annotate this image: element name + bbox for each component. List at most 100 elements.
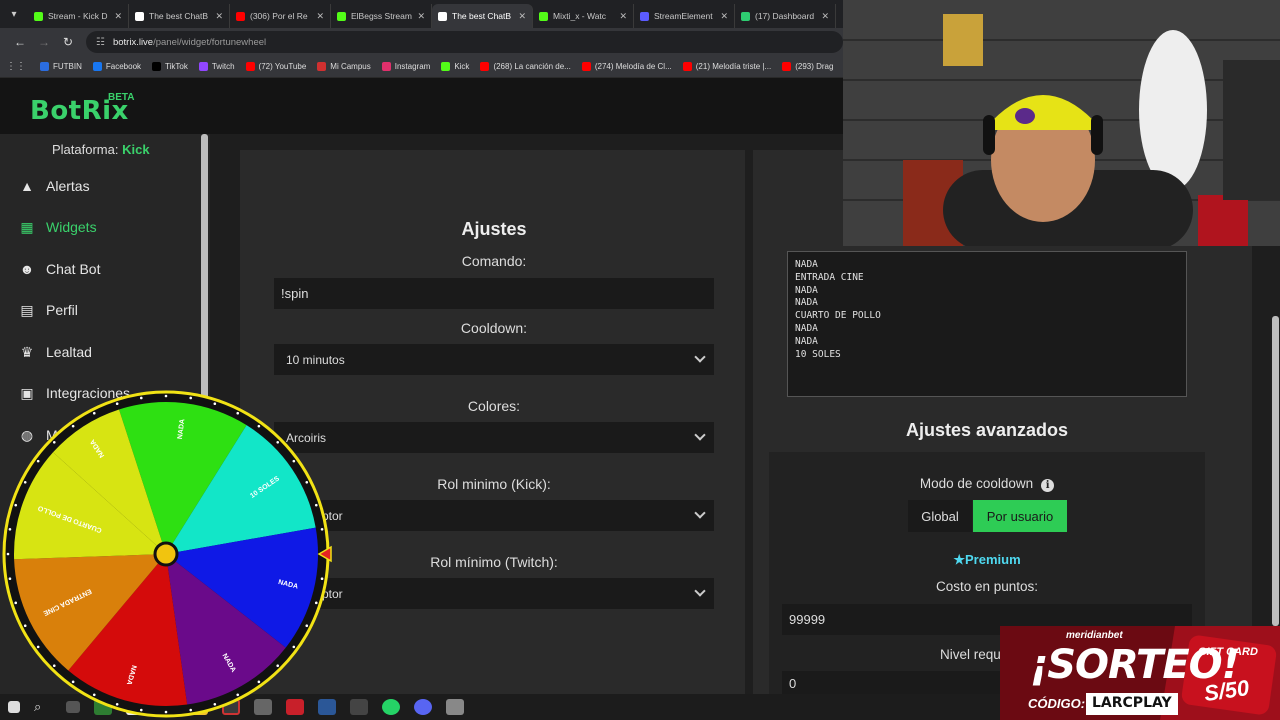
sidebar-item-label: Perfil bbox=[46, 302, 78, 318]
close-icon[interactable]: ✕ bbox=[114, 11, 122, 22]
page-scrollbar[interactable] bbox=[1272, 316, 1279, 626]
browser-tab[interactable]: (306) Por el Re ✕ bbox=[230, 4, 331, 28]
browser-tab[interactable]: StreamElement ✕ bbox=[634, 4, 735, 28]
url-path: /panel/widget/fortunewheel bbox=[153, 36, 267, 48]
role-kick-select[interactable]: ptor bbox=[274, 500, 714, 531]
bookmark-item[interactable]: Twitch bbox=[198, 62, 235, 71]
bookmark-item[interactable]: (274) Melodía de Cl... bbox=[581, 62, 672, 71]
colors-select[interactable]: Arcoiris bbox=[274, 422, 714, 453]
sidebar-item-lealtad[interactable]: ♛ Lealtad bbox=[18, 344, 92, 361]
sidebar-item-label: Lealtad bbox=[46, 344, 92, 360]
bookmark-favicon-icon bbox=[381, 62, 391, 71]
tab-label: Mixti_x - Watc bbox=[553, 11, 607, 21]
chevron-down-icon bbox=[694, 585, 706, 597]
wheel-rim-dot bbox=[52, 664, 56, 668]
app-icon[interactable] bbox=[350, 699, 368, 715]
wheel-rim-dot bbox=[189, 708, 193, 712]
wheel-rim-dot bbox=[115, 402, 119, 406]
wheel-rim-dot bbox=[23, 480, 27, 484]
site-info-icon[interactable]: ☷ bbox=[96, 37, 105, 48]
sidebar-item-chat-bot[interactable]: ☻ Chat Bot bbox=[18, 261, 101, 277]
bookmark-item[interactable]: (268) La canción de... bbox=[480, 62, 571, 71]
role-kick-label: Rol minimo (Kick): bbox=[437, 476, 551, 492]
close-icon[interactable]: ✕ bbox=[518, 11, 526, 22]
bookmark-item[interactable]: TikTok bbox=[152, 62, 188, 71]
fortune-wheel[interactable]: NADA10 SOLESNADANADANADAENTRADA CINECUAR… bbox=[0, 388, 332, 720]
bookmark-item[interactable]: (72) YouTube bbox=[245, 62, 307, 71]
bookmark-label: Instagram bbox=[394, 62, 431, 71]
apps-icon[interactable]: ⋮⋮ bbox=[6, 61, 26, 72]
tab-favicon-icon bbox=[438, 11, 447, 21]
wheel-rim-dot bbox=[305, 480, 309, 484]
bookmark-item[interactable]: Kick bbox=[441, 62, 469, 71]
wheel-rim-dot bbox=[320, 527, 324, 531]
bookmark-label: (72) YouTube bbox=[258, 62, 307, 71]
back-button[interactable]: ← bbox=[8, 35, 32, 49]
browser-tab[interactable]: ElBegss Stream ✕ bbox=[331, 4, 432, 28]
wheel-rim-dot bbox=[276, 440, 280, 444]
close-icon[interactable]: ✕ bbox=[417, 11, 425, 22]
close-icon[interactable]: ✕ bbox=[316, 11, 324, 22]
browser-tab[interactable]: The best ChatB ✕ bbox=[432, 4, 533, 28]
discord-icon[interactable] bbox=[414, 699, 432, 715]
wheel-rim-dot bbox=[52, 440, 56, 444]
wheel-rim-dot bbox=[14, 601, 18, 605]
close-icon[interactable]: ✕ bbox=[215, 11, 223, 22]
wheel-rim-dot bbox=[36, 459, 40, 463]
browser-tab[interactable]: Stream - Kick D ✕ bbox=[28, 4, 129, 28]
mode-user-button[interactable]: Por usuario bbox=[973, 500, 1067, 532]
cooldown-select[interactable]: 10 minutos bbox=[274, 344, 714, 375]
bookmark-item[interactable]: Facebook bbox=[92, 62, 141, 71]
command-input[interactable]: !spin bbox=[274, 278, 714, 309]
bookmark-item[interactable]: FUTBIN bbox=[40, 62, 82, 71]
mode-global-button[interactable]: Global bbox=[908, 500, 972, 532]
chevron-down-icon bbox=[694, 351, 706, 363]
sidebar-item-widgets[interactable]: ▦ Widgets bbox=[18, 218, 96, 236]
sidebar-item-label: Chat Bot bbox=[46, 261, 101, 277]
whatsapp-icon[interactable] bbox=[382, 699, 400, 715]
grid-icon: ▦ bbox=[20, 218, 34, 235]
bookmark-item[interactable]: (21) Melodía triste |... bbox=[682, 62, 771, 71]
close-icon[interactable]: ✕ bbox=[821, 11, 829, 22]
bookmark-favicon-icon bbox=[682, 62, 692, 71]
promo-gift: GIFT CARD bbox=[1198, 646, 1258, 658]
warning-icon: ▲ bbox=[20, 178, 34, 194]
sidebar-item-alertas[interactable]: ▲ Alertas bbox=[18, 178, 90, 194]
robot-icon: ☻ bbox=[19, 261, 35, 277]
star-icon: ★ bbox=[953, 552, 965, 567]
role-twitch-select[interactable]: ptor bbox=[274, 578, 714, 609]
role-twitch-label: Rol mínimo (Twitch): bbox=[430, 554, 558, 570]
tab-search-button[interactable]: ▾ bbox=[0, 0, 28, 28]
wheel-hub[interactable] bbox=[153, 541, 179, 567]
close-icon[interactable]: ✕ bbox=[619, 11, 627, 22]
reload-button[interactable]: ↻ bbox=[56, 35, 80, 49]
bookmark-item[interactable]: (293) Drag bbox=[782, 62, 833, 71]
wheel-rim-dot bbox=[71, 680, 75, 684]
tab-favicon-icon bbox=[640, 11, 649, 21]
bookmark-favicon-icon bbox=[317, 62, 327, 71]
browser-tab[interactable]: (17) Dashboard ✕ bbox=[735, 4, 836, 28]
wheel-rim-dot bbox=[8, 527, 12, 531]
wheel-rim-dot bbox=[139, 396, 143, 400]
bookmark-label: Twitch bbox=[211, 62, 235, 71]
wheel-rim-dot bbox=[8, 577, 12, 581]
close-icon[interactable]: ✕ bbox=[720, 11, 728, 22]
colors-label: Colores: bbox=[467, 398, 521, 414]
tab-list: Stream - Kick D ✕ The best ChatB ✕ (306) Por… bbox=[28, 0, 836, 28]
info-icon[interactable]: i bbox=[1041, 479, 1055, 492]
bookmark-item[interactable]: Instagram bbox=[381, 62, 431, 71]
forward-button[interactable]: → bbox=[32, 35, 56, 49]
prizes-textarea[interactable]: NADA ENTRADA CINE NADA NADA CUARTO DE PO… bbox=[787, 251, 1187, 397]
url-input[interactable]: ☷ botrix.live/panel/widget/fortunewheel bbox=[86, 31, 843, 53]
address-bar: ← → ↻ ☷ botrix.live/panel/widget/fortune… bbox=[0, 28, 843, 56]
cooldown-label: Cooldown: bbox=[460, 320, 528, 336]
app-icon[interactable] bbox=[446, 699, 464, 715]
tab-favicon-icon bbox=[135, 11, 144, 21]
sidebar-item-perfil[interactable]: ▤ Perfil bbox=[18, 302, 78, 319]
wheel-rim-dot bbox=[6, 552, 10, 556]
bookmark-favicon-icon bbox=[441, 62, 451, 71]
webcam-image bbox=[843, 0, 1280, 246]
browser-tab[interactable]: The best ChatB ✕ bbox=[129, 4, 230, 28]
browser-tab[interactable]: Mixti_x - Watc ✕ bbox=[533, 4, 634, 28]
bookmark-item[interactable]: Mi Campus bbox=[317, 62, 371, 71]
